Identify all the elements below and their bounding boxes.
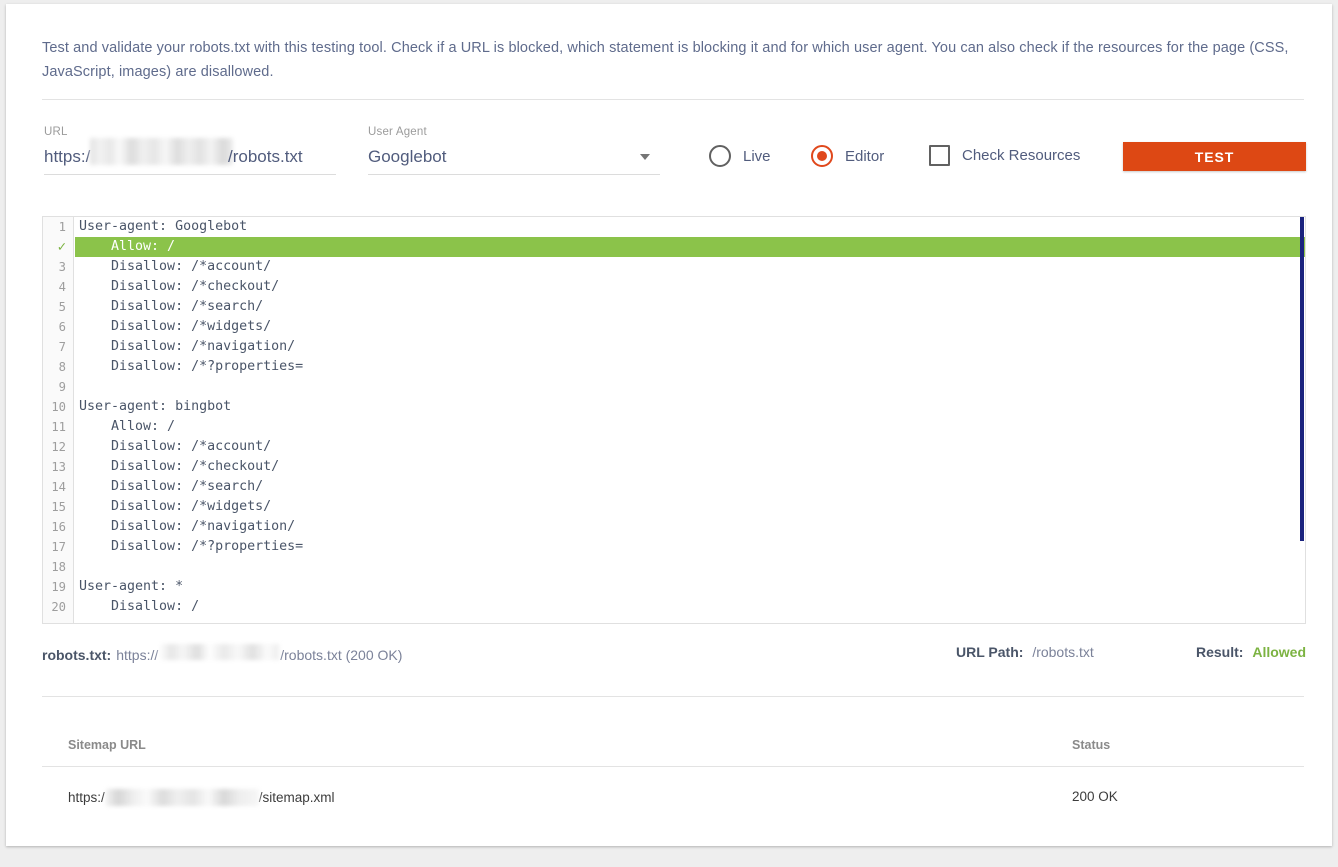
editor-scrollbar-thumb[interactable] bbox=[1300, 217, 1304, 541]
user-agent-select[interactable]: Googlebot bbox=[368, 147, 446, 167]
radio-circle-icon[interactable] bbox=[709, 145, 731, 167]
url-field-label: URL bbox=[44, 126, 68, 138]
editor-line[interactable]: Disallow: /*?properties= bbox=[75, 537, 1305, 557]
robots-tester-card: Test and validate your robots.txt with t… bbox=[6, 4, 1332, 846]
editor-line[interactable]: Disallow: /*account/ bbox=[75, 257, 1305, 277]
editor-line-number: 19 bbox=[51, 580, 66, 594]
editor-line[interactable]: Disallow: /*search/ bbox=[75, 477, 1305, 497]
robots-txt-editor[interactable]: 1 ✓ 3 4 5 6 7 8 9 10 11 12 13 14 15 16 17 18 19 20 User-age… bbox=[42, 216, 1306, 624]
editor-line[interactable]: Disallow: /*navigation/ bbox=[75, 517, 1305, 537]
checkbox-check-resources-label: Check Resources bbox=[962, 147, 1081, 164]
robots-txt-label: robots.txt: bbox=[42, 647, 112, 663]
url-input-underline bbox=[44, 174, 336, 175]
editor-line-number: 18 bbox=[51, 560, 66, 574]
editor-line-number: 9 bbox=[58, 380, 66, 394]
sitemap-url-prefix: https:/ bbox=[68, 790, 105, 805]
editor-line-number: 7 bbox=[58, 340, 66, 354]
editor-line-matched[interactable]: Allow: / bbox=[75, 237, 1305, 257]
editor-line[interactable] bbox=[75, 557, 1305, 577]
url-path-value: /robots.txt bbox=[1032, 644, 1094, 660]
editor-line-number: 13 bbox=[51, 460, 66, 474]
editor-line[interactable]: Disallow: / bbox=[75, 597, 1305, 617]
editor-line-number: 16 bbox=[51, 520, 66, 534]
editor-line[interactable]: Disallow: /*checkout/ bbox=[75, 277, 1305, 297]
editor-line[interactable]: User-agent: * bbox=[75, 577, 1305, 597]
radio-editor-label: Editor bbox=[845, 147, 885, 165]
divider-middle bbox=[42, 696, 1304, 697]
editor-line-number: 3 bbox=[58, 260, 66, 274]
editor-line-number: 11 bbox=[51, 420, 66, 434]
column-header-status: Status bbox=[1072, 738, 1111, 752]
url-path-result: URL Path: /robots.txt bbox=[956, 644, 1094, 660]
checkbox-square-icon[interactable] bbox=[929, 145, 950, 166]
sitemap-redacted-domain bbox=[105, 789, 259, 806]
robots-txt-url-suffix: /robots.txt (200 OK) bbox=[280, 647, 403, 663]
url-redacted-domain bbox=[90, 138, 233, 165]
editor-line[interactable]: Disallow: /*widgets/ bbox=[75, 497, 1305, 517]
editor-line-number: 6 bbox=[58, 320, 66, 334]
url-value-prefix[interactable]: https:/ bbox=[44, 147, 90, 167]
result-label: Result: bbox=[1195, 644, 1244, 660]
editor-line-number: ✓ bbox=[57, 239, 66, 255]
editor-line-number: 20 bbox=[51, 600, 66, 614]
editor-line-number: 10 bbox=[51, 400, 66, 414]
table-row: https:/ /sitemap.xml bbox=[68, 789, 335, 806]
result-summary-row: robots.txt: https:// /robots.txt (200 OK… bbox=[42, 644, 1306, 666]
robots-txt-redacted-domain bbox=[159, 644, 280, 660]
robots-txt-result: robots.txt: https:// /robots.txt (200 OK… bbox=[42, 644, 402, 663]
url-path-label: URL Path: bbox=[956, 644, 1024, 660]
user-agent-field-label: User Agent bbox=[368, 126, 427, 138]
editor-line[interactable]: Allow: / bbox=[75, 417, 1305, 437]
editor-line-number: 14 bbox=[51, 480, 66, 494]
radio-live[interactable]: Live bbox=[709, 145, 771, 167]
editor-line[interactable]: Disallow: /*checkout/ bbox=[75, 457, 1305, 477]
result-verdict: Result: Allowed bbox=[1196, 644, 1306, 660]
editor-line[interactable] bbox=[75, 377, 1305, 397]
radio-editor[interactable]: Editor bbox=[811, 145, 884, 167]
test-button[interactable]: TEST bbox=[1123, 142, 1306, 171]
user-agent-underline bbox=[368, 174, 660, 175]
editor-line[interactable]: Disallow: /*search/ bbox=[75, 297, 1305, 317]
sitemap-status-value: 200 OK bbox=[1072, 789, 1118, 804]
editor-scrollbar[interactable] bbox=[1300, 217, 1305, 623]
chevron-down-icon[interactable] bbox=[640, 154, 650, 160]
editor-line-number: 5 bbox=[58, 300, 66, 314]
editor-line[interactable]: User-agent: Googlebot bbox=[75, 217, 1305, 237]
divider-top bbox=[42, 99, 1304, 100]
editor-line-number: 12 bbox=[51, 440, 66, 454]
editor-gutter: 1 ✓ 3 4 5 6 7 8 9 10 11 12 13 14 15 16 17 18 19 20 bbox=[43, 217, 74, 623]
robots-txt-url-prefix: https:// bbox=[116, 647, 159, 663]
url-value-suffix[interactable]: /robots.txt bbox=[228, 147, 303, 167]
editor-line-number: 1 bbox=[58, 220, 66, 234]
editor-line[interactable]: Disallow: /*?properties= bbox=[75, 357, 1305, 377]
radio-circle-selected-icon[interactable] bbox=[811, 145, 833, 167]
column-header-sitemap-url: Sitemap URL bbox=[68, 738, 146, 752]
result-status-badge: Allowed bbox=[1252, 644, 1306, 660]
editor-line[interactable]: Disallow: /*navigation/ bbox=[75, 337, 1305, 357]
editor-line[interactable]: Disallow: /*widgets/ bbox=[75, 317, 1305, 337]
checkbox-check-resources[interactable]: Check Resources bbox=[929, 145, 1080, 166]
editor-line[interactable]: User-agent: bingbot bbox=[75, 397, 1305, 417]
page-root: Test and validate your robots.txt with t… bbox=[0, 0, 1338, 867]
radio-live-label: Live bbox=[743, 147, 771, 165]
sitemap-url-suffix: /sitemap.xml bbox=[258, 790, 335, 805]
editor-code-area[interactable]: User-agent: Googlebot Allow: / Disallow:… bbox=[75, 217, 1305, 623]
editor-line[interactable]: Disallow: /*account/ bbox=[75, 437, 1305, 457]
editor-line-number: 4 bbox=[58, 280, 66, 294]
editor-line-number: 17 bbox=[51, 540, 66, 554]
editor-line-number: 15 bbox=[51, 500, 66, 514]
intro-description: Test and validate your robots.txt with t… bbox=[42, 40, 1289, 80]
table-header-divider bbox=[42, 766, 1304, 767]
editor-line-number: 8 bbox=[58, 360, 66, 374]
